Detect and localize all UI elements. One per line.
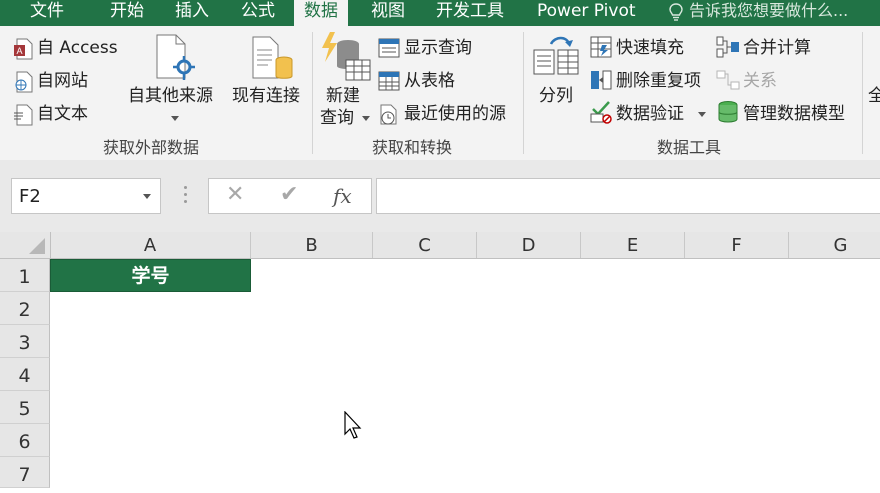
lightbulb-icon (669, 3, 683, 21)
chevron-down-icon (362, 116, 370, 121)
text-file-icon (14, 104, 33, 126)
from-web-label: 自网站 (37, 71, 88, 91)
new-query-label-2: 查询 (320, 108, 354, 128)
row-header[interactable]: 6 (0, 424, 50, 457)
data-validation-icon (590, 101, 612, 124)
new-query-icon (322, 32, 371, 81)
consolidate-label: 合并计算 (743, 38, 811, 58)
group-data-tools: 数据工具 (657, 138, 722, 157)
access-file-icon: A (14, 38, 33, 60)
chevron-down-icon[interactable] (143, 194, 151, 199)
group-get-external-data: 获取外部数据 (103, 138, 200, 157)
cancel-icon[interactable]: ✕ (226, 182, 244, 207)
tab-view[interactable]: 视图 (371, 0, 405, 26)
insert-function-icon[interactable]: fx (333, 184, 352, 208)
tab-file[interactable]: 文件 (30, 0, 64, 26)
chevron-down-icon (171, 116, 179, 121)
flash-fill-icon (590, 36, 612, 58)
relationships-icon (716, 70, 740, 90)
from-other-sources-label: 自其他来源 (128, 86, 213, 106)
select-all-triangle-icon (29, 238, 45, 254)
column-header[interactable]: C (373, 232, 477, 258)
group-divider (312, 32, 313, 154)
tab-formulas[interactable]: 公式 (241, 0, 275, 26)
select-all-corner[interactable] (0, 232, 51, 258)
formula-buttons: ✕ ✔ fx (208, 178, 372, 214)
column-header[interactable]: B (251, 232, 373, 258)
tab-home[interactable]: 开始 (110, 0, 144, 26)
tell-me-text: 告诉我您想要做什么... (689, 1, 849, 20)
data-validation-label: 数据验证 (616, 104, 684, 124)
row-header[interactable]: 2 (0, 292, 50, 325)
recent-sources-label: 最近使用的源 (404, 104, 506, 124)
mouse-pointer-icon (344, 411, 362, 439)
tab-insert[interactable]: 插入 (175, 0, 209, 26)
show-queries-label: 显示查询 (404, 38, 472, 58)
cell-a1[interactable]: 学号 (50, 259, 251, 292)
svg-text:A: A (16, 46, 22, 56)
ribbon-partial-label[interactable]: 全 (868, 86, 880, 106)
from-text-label: 自文本 (37, 104, 88, 124)
column-header[interactable]: A (50, 232, 251, 258)
new-query-label-1: 新建 (326, 86, 360, 106)
data-model-icon (718, 101, 738, 123)
tab-power-pivot[interactable]: Power Pivot (537, 0, 636, 26)
row-header[interactable]: 4 (0, 358, 50, 391)
formula-input[interactable] (376, 178, 880, 214)
manage-data-model-label: 管理数据模型 (743, 104, 845, 124)
table-icon (378, 71, 400, 91)
column-header-row: A B C D E F G (0, 232, 880, 259)
text-to-columns-label: 分列 (539, 86, 573, 106)
flash-fill-label: 快速填充 (616, 38, 684, 58)
tab-developer[interactable]: 开发工具 (436, 0, 504, 26)
column-header[interactable]: G (789, 232, 880, 258)
group-divider (862, 32, 863, 154)
existing-connections-label: 现有连接 (232, 86, 300, 106)
group-divider (523, 32, 524, 154)
other-sources-icon (156, 34, 195, 80)
relationships-label: 关系 (743, 71, 777, 91)
existing-connections-icon (252, 36, 293, 79)
drag-handle-icon[interactable] (184, 186, 187, 206)
remove-duplicates-icon (591, 70, 612, 90)
show-queries-icon (378, 38, 400, 58)
name-box-value: F2 (19, 186, 41, 207)
enter-icon[interactable]: ✔ (280, 182, 298, 207)
remove-duplicates-label: 删除重复项 (616, 71, 701, 91)
text-to-columns-icon (533, 36, 579, 75)
group-get-transform: 获取和转换 (372, 138, 453, 157)
row-header[interactable]: 5 (0, 391, 50, 424)
ribbon-data: A 自 Access 自网站 自文本 自其他来源 现有连接 获取外部数据 新建 … (0, 26, 880, 161)
recent-sources-icon (380, 104, 397, 125)
from-table-label: 从表格 (404, 71, 455, 91)
ribbon-tab-bar: 文件 开始 插入 公式 数据 视图 开发工具 Power Pivot 告诉我您想… (0, 0, 880, 30)
consolidate-icon (716, 36, 739, 58)
column-header[interactable]: E (581, 232, 685, 258)
column-header[interactable]: D (477, 232, 581, 258)
row-header[interactable]: 1 (0, 259, 50, 292)
name-box[interactable]: F2 (11, 178, 161, 214)
from-access-label: 自 Access (37, 38, 118, 58)
row-header[interactable]: 3 (0, 325, 50, 358)
chevron-down-icon (698, 112, 706, 117)
web-file-icon (15, 71, 33, 93)
column-header[interactable]: F (685, 232, 789, 258)
row-header[interactable]: 7 (0, 457, 50, 488)
